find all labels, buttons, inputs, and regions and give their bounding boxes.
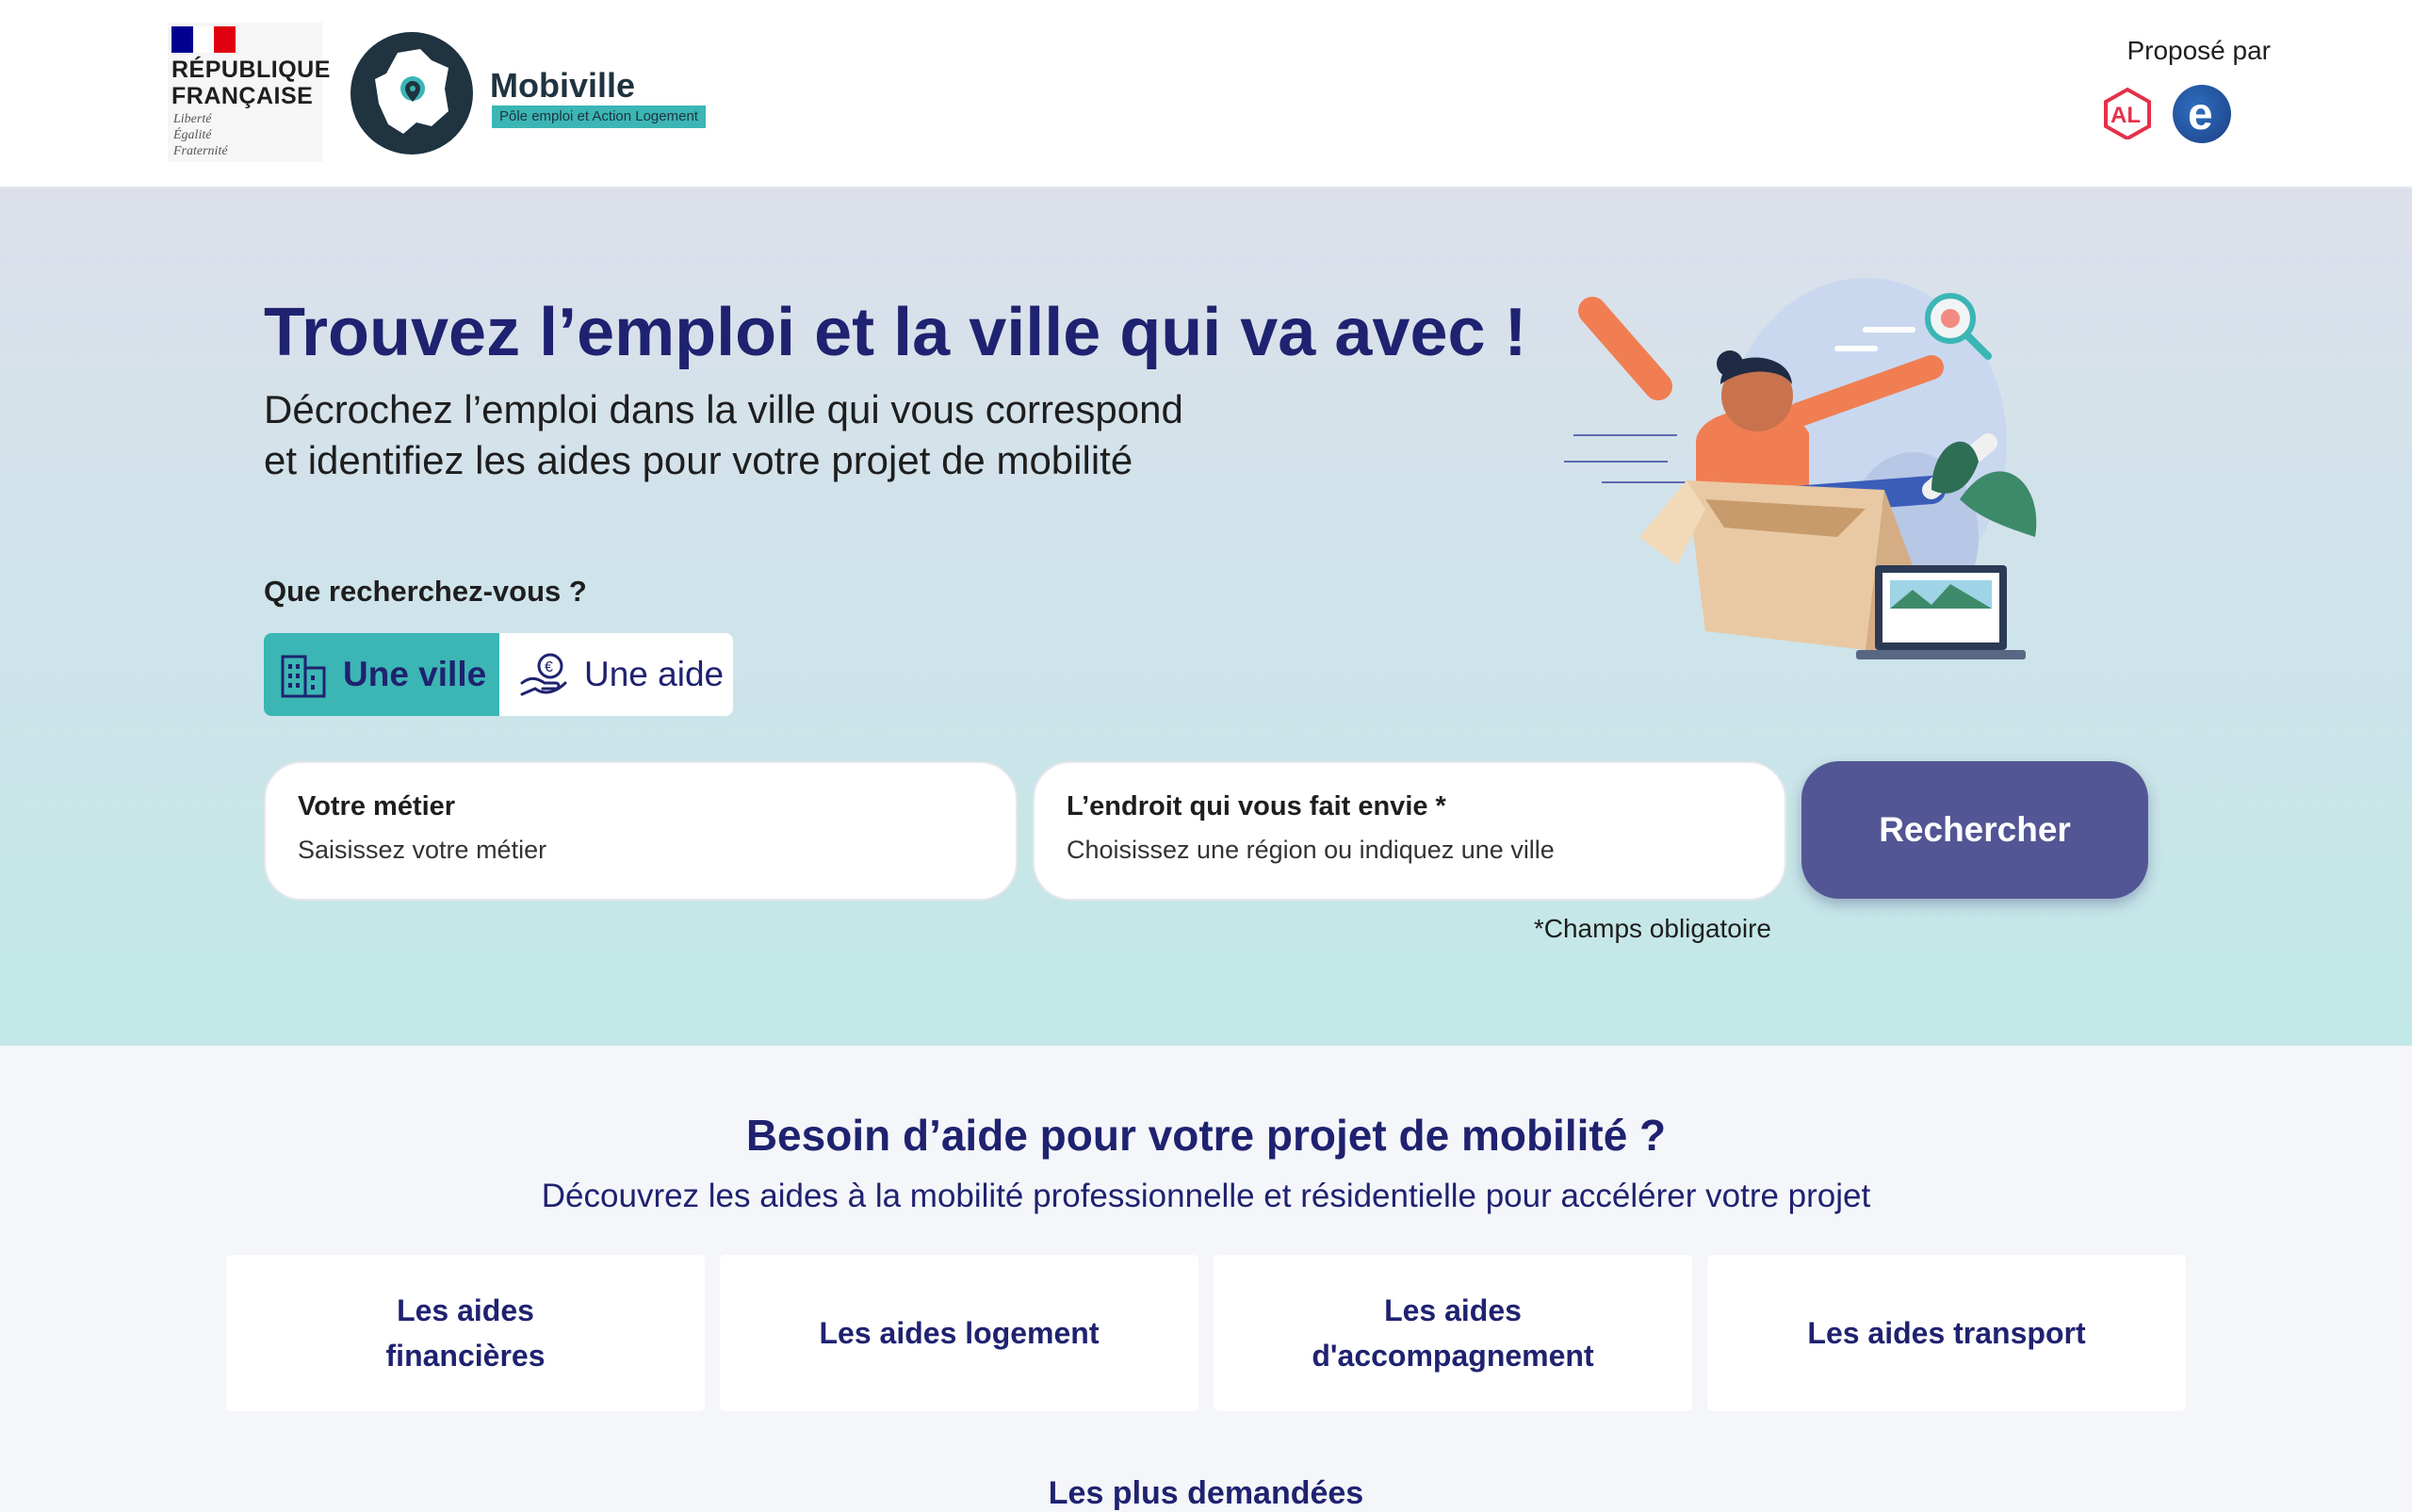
hero-subtitle: Décrochez l’emploi dans la ville qui vou… (264, 384, 1300, 486)
motto-egalite: Égalité (173, 128, 212, 142)
job-input[interactable] (298, 836, 976, 865)
aids-section-subtitle: Découvrez les aides à la mobilité profes… (541, 1178, 1871, 1214)
svg-text:€: € (545, 659, 553, 675)
hand-euro-coin-icon: € (520, 653, 567, 696)
card-label: Les aides d'accompagnement (1312, 1293, 1594, 1373)
motto-liberte: Liberté (173, 112, 212, 126)
hero-title: Trouvez l’emploi et la ville qui va avec… (264, 295, 1527, 370)
republique-line2: FRANÇAISE (171, 83, 314, 109)
proposed-by-label: Proposé par (2127, 36, 2271, 65)
search-button[interactable]: Rechercher (1801, 761, 2148, 899)
republique-francaise-logo[interactable]: RÉPUBLIQUE FRANÇAISE Liberté Égalité Fra… (168, 23, 330, 162)
most-requested-title: Les plus demandées (1048, 1475, 1364, 1511)
search-type-toggle: Une ville € Une aide (264, 633, 733, 716)
job-field[interactable]: Votre métier (264, 761, 1018, 901)
action-logement-logo[interactable]: AL (2101, 87, 2154, 141)
card-financial-aids[interactable]: Les aides financières (226, 1255, 705, 1411)
aid-cards: Les aides financières Les aides logement… (226, 1255, 2186, 1411)
search-type-question: Que recherchez-vous ? (264, 575, 587, 608)
place-input[interactable] (1067, 836, 1745, 865)
toggle-aid-button[interactable]: € Une aide (499, 633, 733, 716)
place-field-label: L’endroit qui vous fait envie * (1067, 791, 1446, 821)
building-icon (281, 655, 326, 698)
hero-subtitle-line1: Décrochez l’emploi dans la ville qui vou… (264, 387, 1183, 431)
toggle-aid-label: Une aide (584, 655, 725, 693)
pole-emploi-logo[interactable]: e (2173, 85, 2231, 143)
republique-line1: RÉPUBLIQUE (171, 57, 331, 83)
marianne-flag-icon (171, 26, 236, 53)
card-label: Les aides transport (1807, 1316, 2086, 1350)
motto-fraternite: Fraternité (173, 144, 228, 158)
mandatory-fields-note: *Champs obligatoire (1533, 914, 1771, 943)
card-housing-aids[interactable]: Les aides logement (720, 1255, 1198, 1411)
place-field[interactable]: L’endroit qui vous fait envie * (1033, 761, 1786, 901)
site-header: RÉPUBLIQUE FRANÇAISE Liberté Égalité Fra… (0, 0, 2412, 188)
toggle-city-label: Une ville (343, 655, 487, 693)
svg-text:AL: AL (2110, 103, 2141, 128)
job-field-label: Votre métier (298, 791, 456, 821)
card-label: Les aides financières (385, 1293, 546, 1373)
mobiville-france-map-icon[interactable] (350, 32, 473, 154)
card-label: Les aides logement (819, 1316, 1100, 1350)
card-transport-aids[interactable]: Les aides transport (1707, 1255, 2186, 1411)
hero-section: Trouvez l’emploi et la ville qui va avec… (0, 188, 2412, 1046)
toggle-city-button[interactable]: Une ville (264, 633, 499, 716)
brand-subtitle: Pôle emploi et Action Logement (492, 106, 706, 128)
aids-section-title: Besoin d’aide pour votre projet de mobil… (745, 1111, 1667, 1160)
hero-subtitle-line2: et identifiez les aides pour votre proje… (264, 438, 1133, 482)
hero-illustration (1555, 254, 2082, 707)
brand-title[interactable]: Mobiville (490, 66, 635, 106)
card-support-aids[interactable]: Les aides d'accompagnement (1214, 1255, 1692, 1411)
